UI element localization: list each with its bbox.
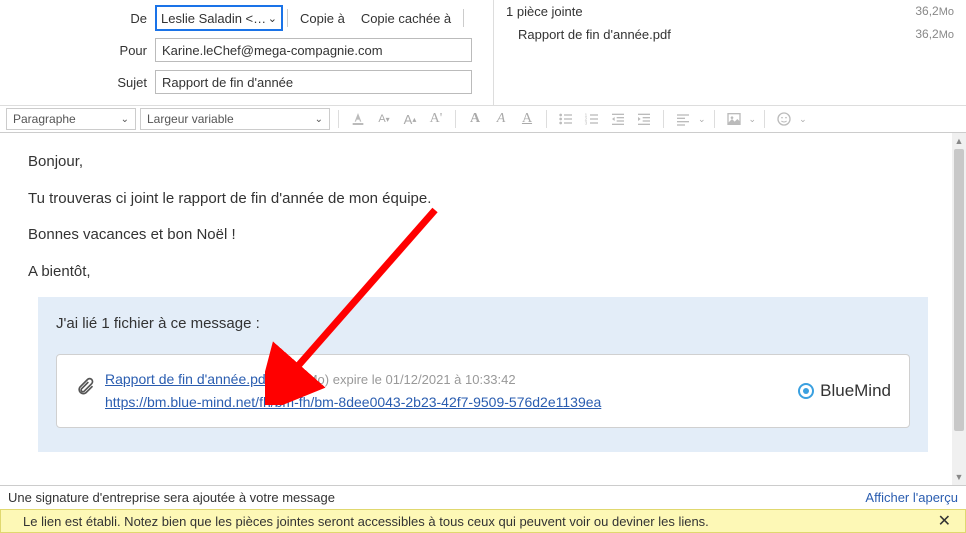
- text-color-icon[interactable]: [347, 108, 369, 130]
- chevron-down-icon: ⌄: [698, 114, 706, 125]
- paragraph-style-select[interactable]: Paragraphe ⌄: [6, 108, 136, 130]
- linked-file-card: Rapport de fin d'année.pdf (36,2 Mo) exp…: [56, 354, 910, 428]
- linked-file-expiry: expire le 01/12/2021 à 10:33:42: [333, 372, 516, 387]
- indent-icon[interactable]: [633, 108, 655, 130]
- outdent-icon[interactable]: [607, 108, 629, 130]
- attachment-size: 36,2Mo: [915, 27, 954, 42]
- attachments-count: 1 pièce jointe: [506, 4, 583, 19]
- divider: [463, 9, 464, 27]
- linked-attachment-box: J'ai lié 1 fichier à ce message : Rappor…: [38, 297, 928, 452]
- compose-header: De Leslie Saladin <… ⌄ Copie à Copie cac…: [0, 0, 493, 105]
- chevron-down-icon: ⌄: [749, 114, 757, 125]
- italic-icon[interactable]: A: [490, 108, 512, 130]
- scroll-down-icon[interactable]: ▼: [952, 469, 966, 485]
- insert-image-icon[interactable]: [723, 108, 745, 130]
- scrollbar[interactable]: ▲ ▼: [952, 133, 966, 485]
- chevron-down-icon: ⌄: [268, 12, 277, 25]
- from-label: De: [130, 11, 147, 26]
- brand-text: BlueMind: [820, 378, 891, 404]
- signature-bar: Une signature d'entreprise sera ajoutée …: [0, 485, 966, 509]
- subject-value: Rapport de fin d'année: [162, 75, 293, 90]
- close-icon[interactable]: ✕: [934, 511, 955, 531]
- attachment-name: Rapport de fin d'année.pdf: [518, 27, 671, 42]
- align-icon[interactable]: [672, 108, 694, 130]
- linked-file-name[interactable]: Rapport de fin d'année.pdf: [105, 371, 270, 387]
- bluemind-icon: [798, 383, 814, 399]
- separator: [338, 110, 339, 128]
- body-line: A bientôt,: [28, 261, 938, 284]
- chevron-down-icon: ⌄: [799, 114, 807, 125]
- linked-file-url[interactable]: https://bm.blue-mind.net/fh/bm-fh/bm-8de…: [105, 392, 798, 413]
- brand-logo: BlueMind: [798, 378, 891, 404]
- message-body-editor[interactable]: Bonjour, Tu trouveras ci joint le rappor…: [0, 133, 966, 485]
- separator: [764, 110, 765, 128]
- to-value: Karine.leChef@mega-compagnie.com: [162, 43, 383, 58]
- bcc-button[interactable]: Copie cachée à: [353, 11, 459, 26]
- font-larger-icon[interactable]: A▴: [399, 108, 421, 130]
- underline-icon[interactable]: A: [516, 108, 538, 130]
- from-value: Leslie Saladin <…: [161, 11, 266, 26]
- bullet-list-icon[interactable]: [555, 108, 577, 130]
- attachments-panel: 1 pièce jointe 36,2Mo Rapport de fin d'a…: [493, 0, 966, 105]
- emoji-icon[interactable]: [773, 108, 795, 130]
- svg-text:3: 3: [585, 120, 588, 125]
- body-line: Tu trouveras ci joint le rapport de fin …: [28, 188, 938, 211]
- font-smaller-icon[interactable]: A▾: [373, 108, 395, 130]
- to-input[interactable]: Karine.leChef@mega-compagnie.com: [155, 38, 472, 62]
- format-toolbar: Paragraphe ⌄ Largeur variable ⌄ A▾ A▴ A'…: [0, 105, 966, 133]
- warning-text: Le lien est établi. Notez bien que les p…: [23, 514, 709, 529]
- subject-label: Sujet: [117, 75, 147, 90]
- scroll-up-icon[interactable]: ▲: [952, 133, 966, 149]
- linked-file-size: (36,2 Mo): [273, 372, 329, 387]
- bold-icon[interactable]: A: [464, 108, 486, 130]
- linked-title: J'ai lié 1 fichier à ce message :: [56, 313, 910, 336]
- signature-notice: Une signature d'entreprise sera ajoutée …: [8, 490, 335, 505]
- preview-signature-link[interactable]: Afficher l'aperçu: [865, 490, 958, 505]
- clear-format-icon[interactable]: A': [425, 108, 447, 130]
- paperclip-icon: [75, 377, 95, 405]
- number-list-icon[interactable]: 123: [581, 108, 603, 130]
- attachment-item[interactable]: Rapport de fin d'année.pdf 36,2Mo: [494, 23, 966, 46]
- separator: [714, 110, 715, 128]
- body-line: Bonjour,: [28, 151, 938, 174]
- chevron-down-icon: ⌄: [121, 114, 129, 125]
- from-select[interactable]: Leslie Saladin <… ⌄: [155, 5, 283, 31]
- font-family-select[interactable]: Largeur variable ⌄: [140, 108, 330, 130]
- chevron-down-icon: ⌄: [315, 114, 323, 125]
- scroll-thumb[interactable]: [954, 149, 964, 431]
- body-line: Bonnes vacances et bon Noël !: [28, 224, 938, 247]
- separator: [663, 110, 664, 128]
- separator: [455, 110, 456, 128]
- subject-input[interactable]: Rapport de fin d'année: [155, 70, 472, 94]
- attachments-total-size: 36,2Mo: [915, 4, 954, 19]
- cc-button[interactable]: Copie à: [292, 11, 353, 26]
- to-label: Pour: [120, 43, 147, 58]
- warning-bar: Le lien est établi. Notez bien que les p…: [0, 509, 966, 533]
- divider: [287, 9, 288, 27]
- separator: [546, 110, 547, 128]
